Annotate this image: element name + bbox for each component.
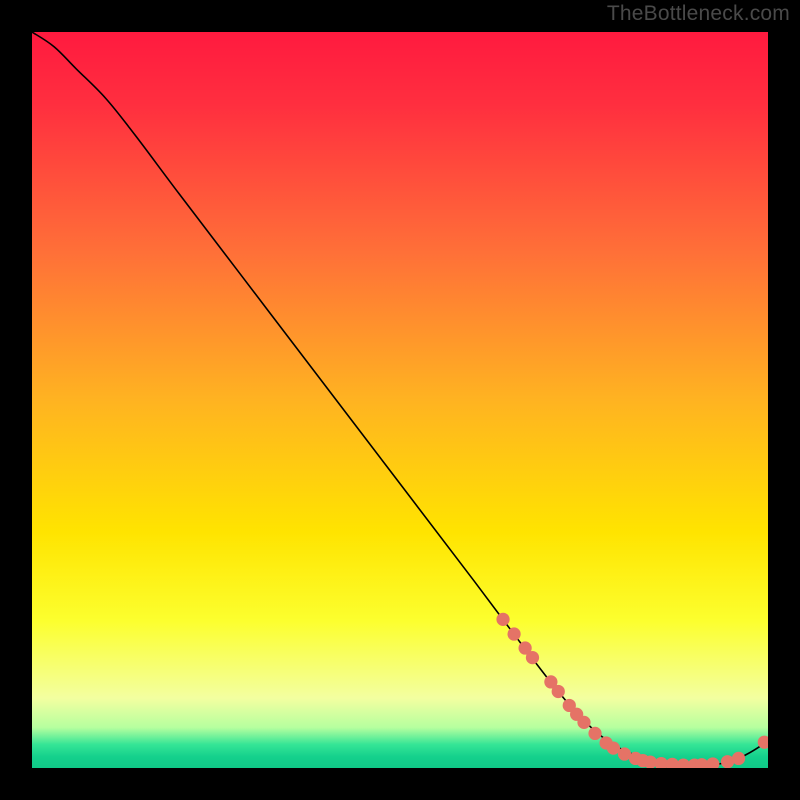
curve-marker [496, 613, 509, 626]
chart-frame: TheBottleneck.com [0, 0, 800, 800]
curve-marker [526, 651, 539, 664]
curve-marker [577, 716, 590, 729]
curve-marker [507, 627, 520, 640]
curve-marker [588, 727, 601, 740]
plot-svg [32, 32, 768, 768]
watermark-text: TheBottleneck.com [607, 2, 790, 26]
gradient-background [32, 32, 768, 768]
curve-marker [552, 685, 565, 698]
curve-marker [732, 752, 745, 765]
plot-area [32, 32, 768, 768]
